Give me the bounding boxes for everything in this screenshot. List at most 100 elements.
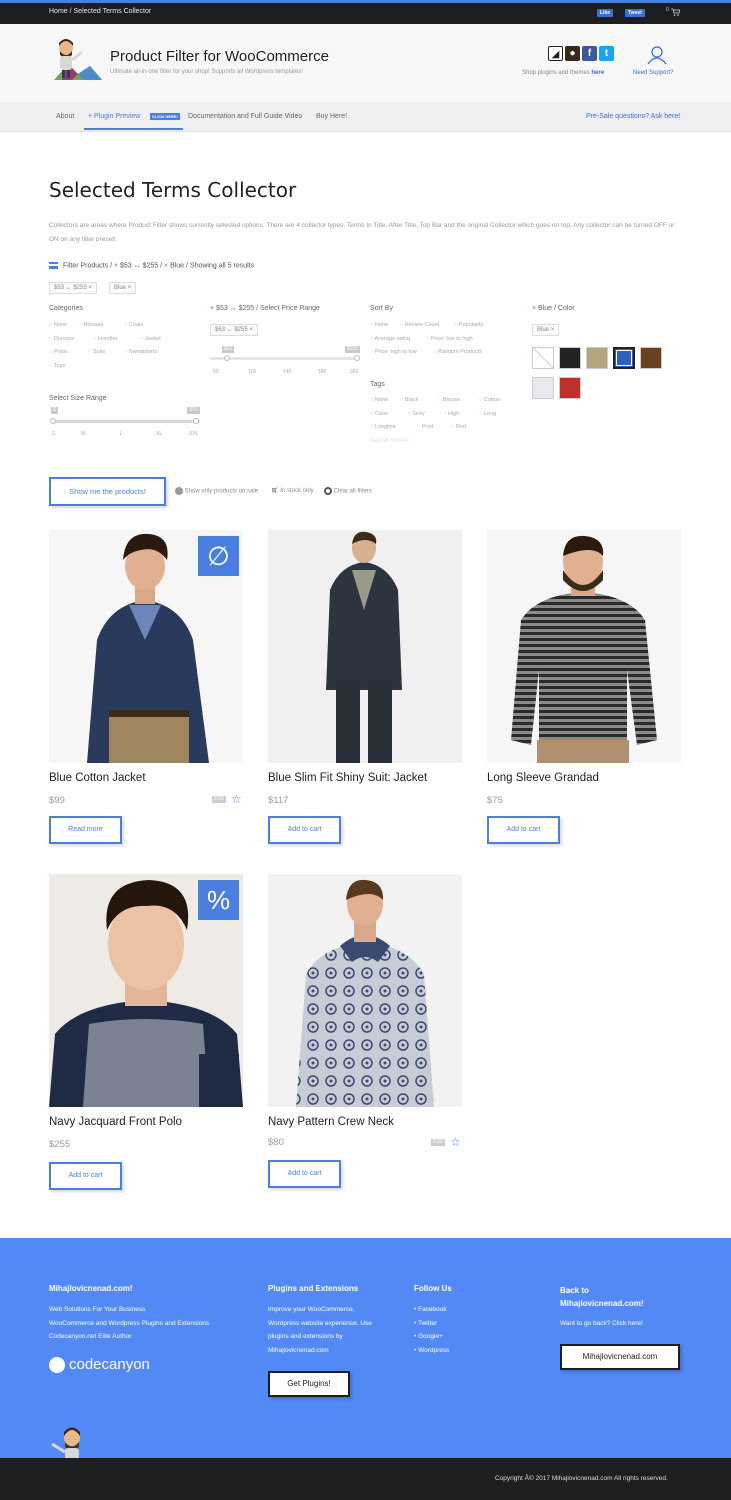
sort-option[interactable]: Review Count bbox=[400, 322, 439, 328]
go-back-text[interactable]: Want to go back? Click here! bbox=[560, 1317, 643, 1331]
chip-remove-icon[interactable]: × bbox=[551, 327, 555, 333]
facebook-like-button[interactable]: Like bbox=[597, 9, 614, 17]
tag-option[interactable]: Red bbox=[451, 424, 466, 430]
tag-option[interactable]: Blouse bbox=[438, 397, 460, 403]
remove-icon[interactable]: × bbox=[114, 262, 118, 269]
codecanyon-logo[interactable]: codecanyon bbox=[49, 1356, 150, 1374]
sort-option[interactable]: Price: low to high bbox=[426, 336, 473, 342]
twitter-icon[interactable]: t bbox=[599, 46, 614, 61]
nav-item-buy[interactable]: Buy Here! bbox=[316, 113, 347, 120]
menu-icon[interactable] bbox=[49, 262, 58, 269]
cart-widget[interactable]: 0 bbox=[666, 7, 681, 17]
price-min-handle[interactable] bbox=[224, 355, 230, 361]
remove-icon[interactable]: × bbox=[532, 305, 536, 312]
codecanyon-icon[interactable]: ◢ bbox=[548, 46, 563, 61]
remove-icon[interactable]: × bbox=[210, 305, 214, 312]
nav-item-plugin-preview[interactable]: + Plugin Preview bbox=[88, 113, 140, 120]
add-to-cart-button[interactable]: Add to cart bbox=[268, 1160, 341, 1188]
price-range-chip[interactable]: $63 ↔ $255 × bbox=[210, 324, 258, 336]
show-more-link[interactable]: SHOW MORE bbox=[370, 438, 410, 444]
get-plugins-button[interactable]: Get Plugins! bbox=[268, 1371, 350, 1397]
price-slider-track[interactable] bbox=[210, 357, 360, 360]
color-swatch-grey[interactable] bbox=[532, 377, 554, 399]
add-to-cart-button[interactable]: Add to cart bbox=[487, 816, 560, 844]
sort-option[interactable]: Popularity bbox=[454, 322, 483, 328]
filter-option[interactable]: Suits bbox=[88, 349, 105, 355]
selected-price-chip[interactable]: $53 ↔ $255 × bbox=[49, 282, 97, 294]
support-user-icon[interactable] bbox=[646, 45, 668, 65]
chip-remove-icon[interactable]: × bbox=[88, 285, 92, 291]
tag-option[interactable]: Print bbox=[417, 424, 433, 430]
clear-filters-toggle[interactable]: Clear all filters bbox=[324, 487, 372, 495]
tag-option[interactable]: Crew bbox=[370, 411, 388, 417]
show-products-button[interactable]: Show me the products! bbox=[49, 477, 166, 506]
filter-option[interactable]: Jacket bbox=[140, 336, 161, 342]
sort-option[interactable]: Price: high to low bbox=[370, 349, 417, 355]
filter-option[interactable]: None bbox=[49, 322, 67, 328]
selected-color-chip[interactable]: Blue × bbox=[109, 282, 137, 294]
filter-option[interactable]: Coats bbox=[124, 322, 143, 328]
color-swatch-blue-selected[interactable] bbox=[613, 347, 635, 369]
breadcrumb[interactable]: Home / Selected Terms Collector bbox=[49, 8, 151, 15]
social-link-facebook[interactable]: • Facebook bbox=[414, 1303, 449, 1317]
sort-option[interactable]: Average rating bbox=[370, 336, 411, 342]
tag-option[interactable]: Longline bbox=[370, 424, 396, 430]
nav-item-about[interactable]: About bbox=[56, 113, 74, 120]
shop-plugins-link[interactable]: here bbox=[591, 70, 604, 76]
nav-item-documentation[interactable]: Documentation and Full Guide Video bbox=[188, 113, 302, 120]
need-support-link[interactable]: Need Support? bbox=[633, 70, 673, 76]
size-slider-track[interactable] bbox=[52, 420, 200, 423]
color-swatch-black[interactable] bbox=[559, 347, 581, 369]
on-sale-toggle[interactable]: Show only products on sale bbox=[175, 487, 258, 495]
tag-option[interactable]: Cotton bbox=[479, 397, 500, 403]
product-image[interactable] bbox=[268, 530, 462, 763]
add-to-cart-button[interactable]: Add to cart bbox=[49, 1162, 122, 1190]
collector-color-term[interactable]: Blue bbox=[170, 262, 184, 269]
price-max-handle[interactable] bbox=[354, 355, 360, 361]
product-title[interactable]: Navy Jacquard Front Polo bbox=[49, 1116, 182, 1128]
presale-questions-link[interactable]: Pre-Sale questions? Ask here! bbox=[586, 113, 680, 120]
color-swatch-brown[interactable] bbox=[640, 347, 662, 369]
chip-remove-icon[interactable]: × bbox=[128, 285, 132, 291]
size-max-handle[interactable] bbox=[193, 418, 199, 424]
tag-option[interactable]: Long bbox=[479, 411, 496, 417]
read-more-button[interactable]: Read more bbox=[49, 816, 122, 844]
tag-option[interactable]: Black bbox=[400, 397, 418, 403]
color-swatch-white[interactable] bbox=[532, 347, 554, 369]
product-title[interactable]: Long Sleeve Grandad bbox=[487, 772, 599, 784]
collector-price-term[interactable]: $53 ↔ $255 bbox=[120, 262, 158, 269]
tag-option[interactable]: Grey bbox=[408, 411, 425, 417]
product-title[interactable]: Blue Cotton Jacket bbox=[49, 772, 146, 784]
product-image[interactable] bbox=[487, 530, 681, 763]
filter-option[interactable]: Tops bbox=[49, 363, 66, 369]
product-image[interactable] bbox=[268, 874, 462, 1107]
social-link-google[interactable]: • Google+ bbox=[414, 1330, 449, 1344]
social-link-twitter[interactable]: • Twitter bbox=[414, 1317, 449, 1331]
tag-option[interactable]: None bbox=[370, 397, 388, 403]
color-chip[interactable]: Blue × bbox=[532, 324, 560, 336]
filter-option[interactable]: Polos bbox=[49, 349, 68, 355]
remove-icon[interactable]: × bbox=[164, 262, 168, 269]
product-title[interactable]: Blue Slim Fit Shiny Suit: Jacket bbox=[268, 772, 427, 784]
sort-option[interactable]: None bbox=[370, 322, 388, 328]
mascot-logo[interactable] bbox=[44, 36, 104, 84]
author-avatar-icon[interactable]: ● bbox=[565, 46, 580, 61]
social-link-wordpress[interactable]: • Wordpress bbox=[414, 1344, 449, 1358]
facebook-icon[interactable]: f bbox=[582, 46, 597, 61]
add-to-cart-button[interactable]: Add to cart bbox=[268, 816, 341, 844]
filter-option[interactable]: Dresses bbox=[49, 336, 74, 342]
click-here-badge[interactable]: CLICK HERE! bbox=[150, 113, 180, 120]
mihajlovicnenad-button[interactable]: Mihajlovicnenad.com bbox=[560, 1344, 680, 1370]
tweet-button[interactable]: Tweet bbox=[625, 9, 645, 17]
size-min-handle[interactable] bbox=[50, 418, 56, 424]
product-title[interactable]: Navy Pattern Crew Neck bbox=[268, 1116, 394, 1128]
sort-option[interactable]: Random Products bbox=[433, 349, 482, 355]
filter-option[interactable]: Blouses bbox=[79, 322, 104, 328]
color-swatch-red[interactable] bbox=[559, 377, 581, 399]
color-swatch-beige[interactable] bbox=[586, 347, 608, 369]
chip-remove-icon[interactable]: × bbox=[249, 327, 253, 333]
in-stock-toggle[interactable]: 🛒︎ In stock only bbox=[271, 487, 314, 494]
filter-option[interactable]: Sweatshirts bbox=[124, 349, 157, 355]
site-title[interactable]: Product Filter for WooCommerce bbox=[110, 48, 329, 65]
tag-option[interactable]: High bbox=[443, 411, 459, 417]
